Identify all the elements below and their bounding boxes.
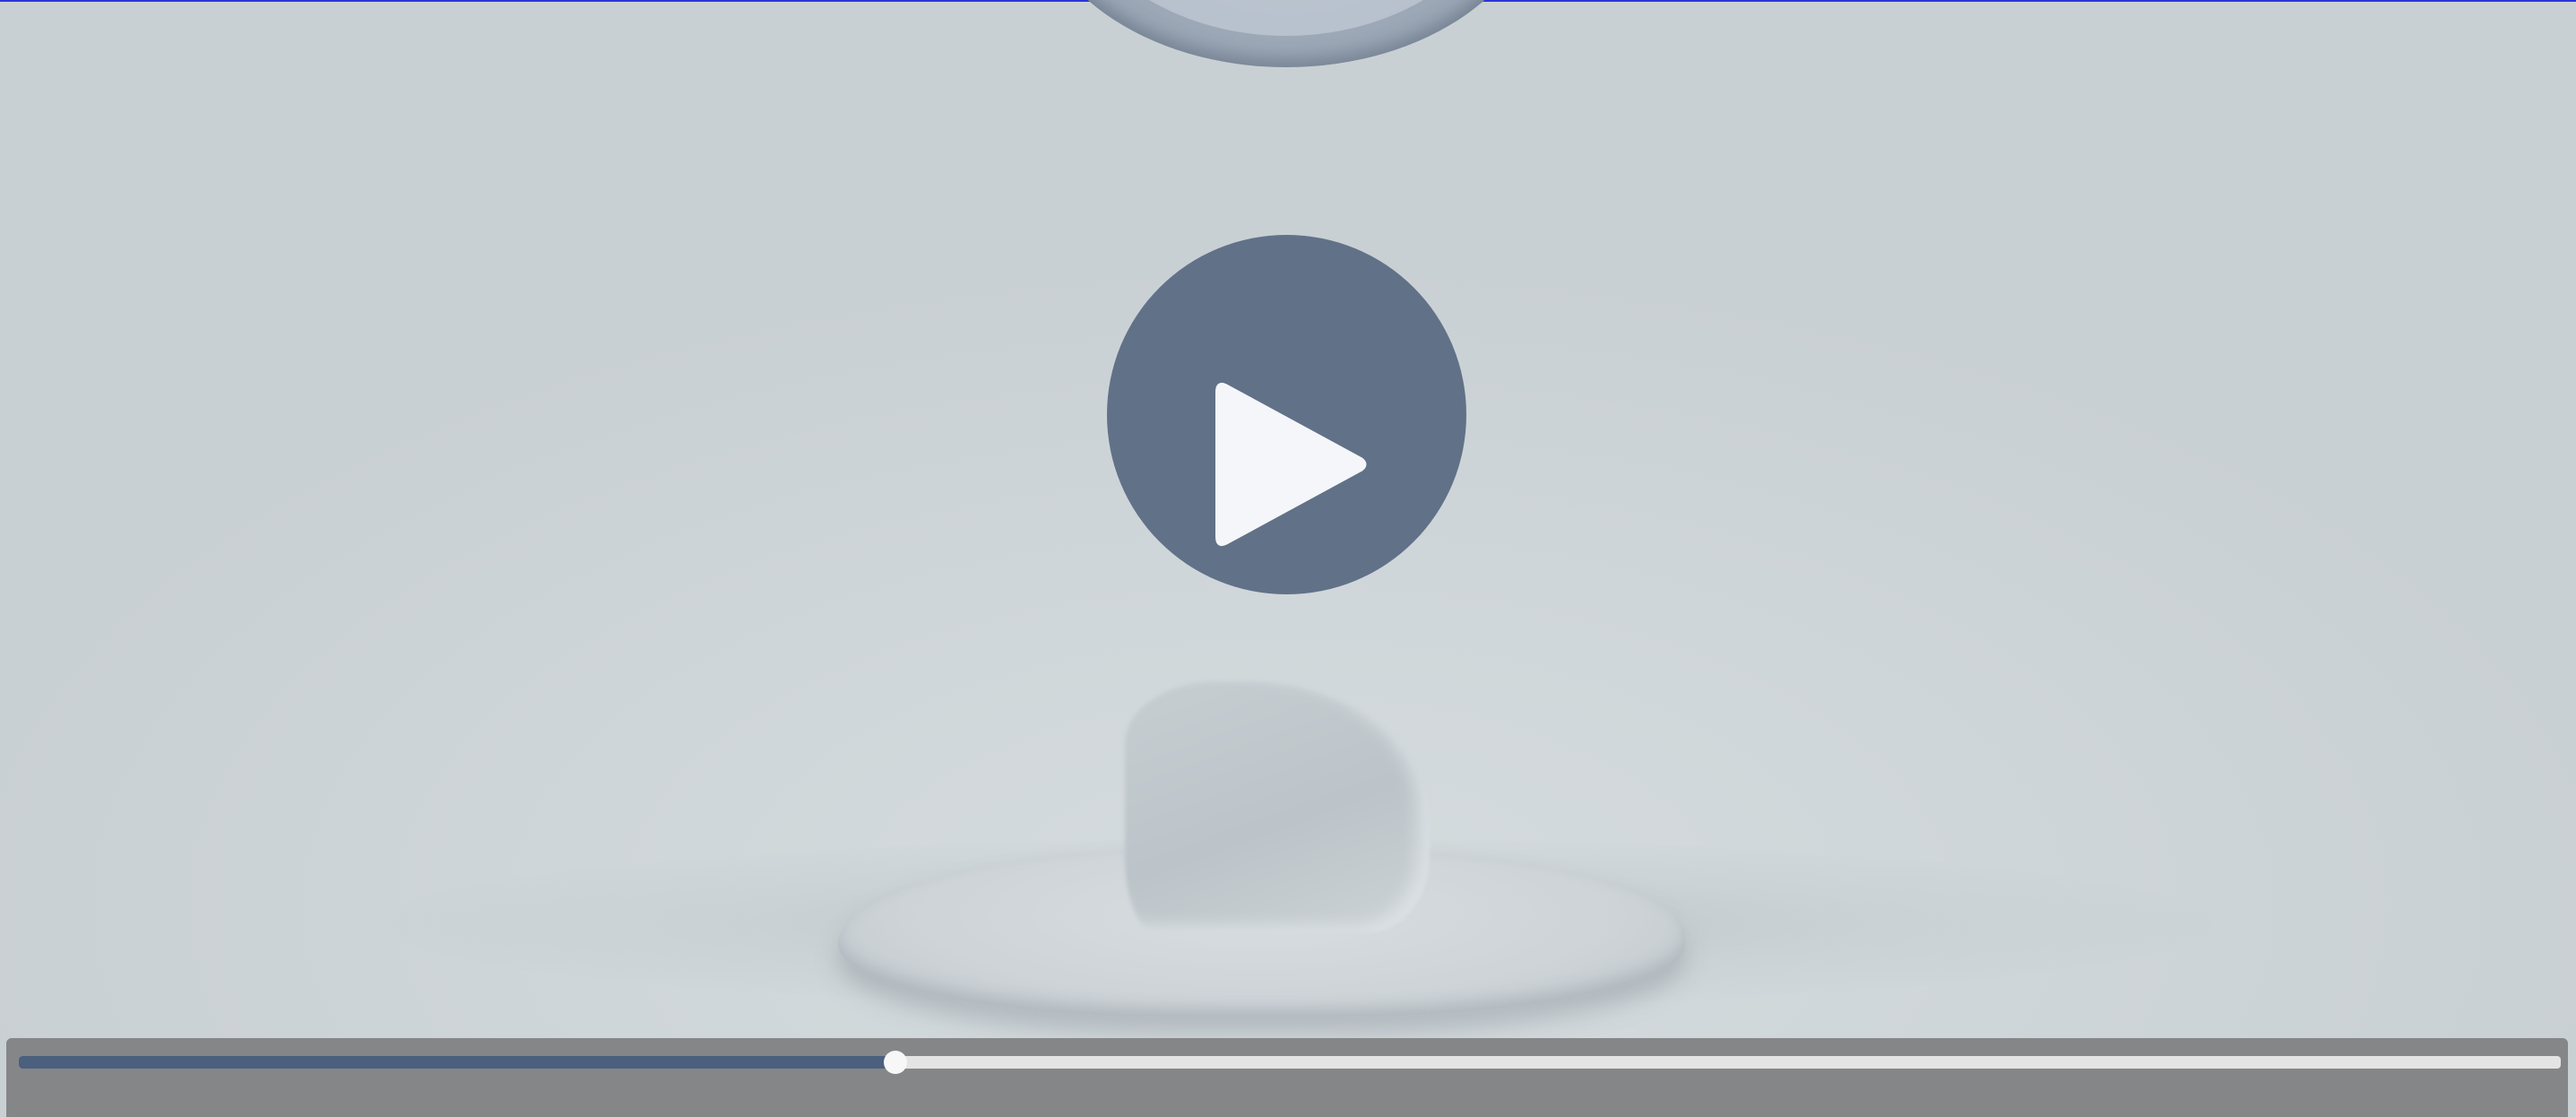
progress-thumb[interactable] — [884, 1051, 908, 1074]
progress-bar[interactable] — [19, 1051, 2561, 1074]
control-bar — [6, 1038, 2568, 1117]
video-player[interactable] — [0, 0, 2576, 1117]
play-icon — [1215, 382, 1367, 547]
play-button[interactable] — [1107, 235, 1466, 594]
progress-fill — [19, 1056, 896, 1069]
cream-dollop — [1125, 681, 1430, 932]
